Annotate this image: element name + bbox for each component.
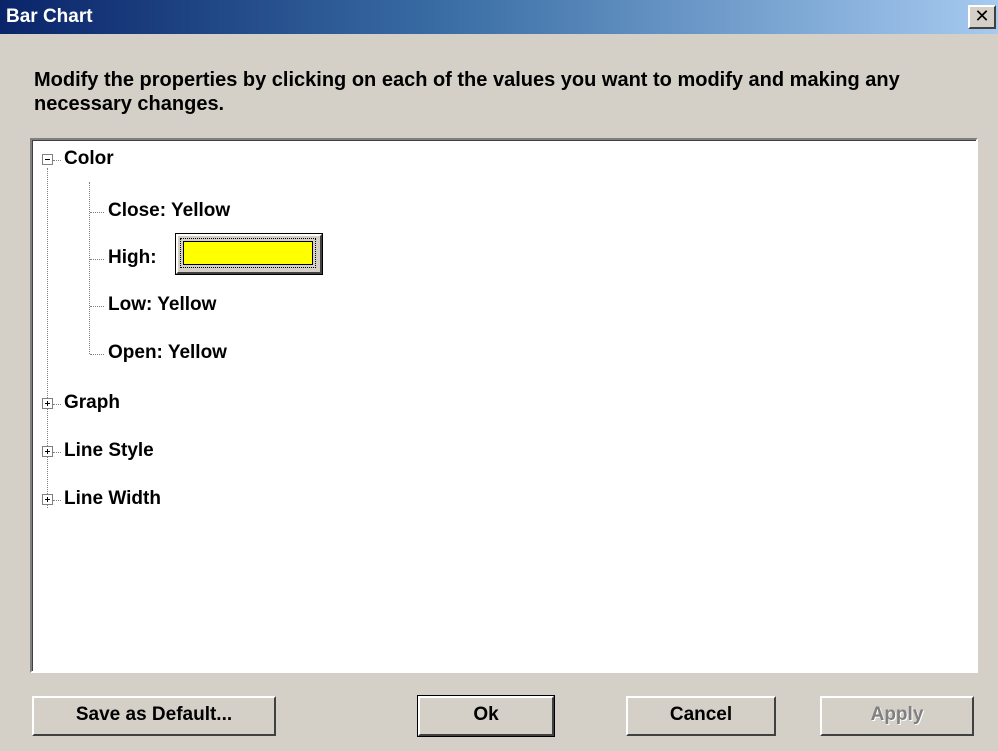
window-title: Bar Chart xyxy=(6,6,93,27)
tree-connector xyxy=(90,212,104,213)
title-bar[interactable]: Bar Chart ✕ xyxy=(0,0,998,34)
tree-connector xyxy=(90,354,104,355)
tree-node-high[interactable]: High: xyxy=(108,247,157,269)
save-as-default-button[interactable]: Save as Default... xyxy=(32,696,276,736)
tree-connector xyxy=(53,404,61,405)
tree-node-line-style[interactable]: Line Style xyxy=(64,440,154,462)
close-icon: ✕ xyxy=(974,6,990,26)
tree-connector xyxy=(53,160,61,161)
tree-node-line-width[interactable]: Line Width xyxy=(64,488,161,510)
tree-connector xyxy=(53,500,61,501)
tree-node-low[interactable]: Low: Yellow xyxy=(108,294,216,316)
expand-icon[interactable] xyxy=(42,398,53,409)
tree-connector xyxy=(90,306,104,307)
tree-connector xyxy=(53,452,61,453)
ok-button[interactable]: Ok xyxy=(417,695,555,737)
high-color-picker[interactable] xyxy=(175,233,323,275)
expand-icon[interactable] xyxy=(42,494,53,505)
tree-node-close[interactable]: Close: Yellow xyxy=(108,200,230,222)
close-button[interactable]: ✕ xyxy=(968,5,996,29)
instructions-text: Modify the properties by clicking on eac… xyxy=(34,69,900,115)
apply-button[interactable]: Apply xyxy=(820,696,974,736)
tree-connector xyxy=(90,259,104,260)
collapse-icon[interactable] xyxy=(42,154,53,165)
tree-child-line xyxy=(89,182,90,354)
tree-trunk-line xyxy=(47,168,48,508)
yellow-color-swatch[interactable] xyxy=(180,238,316,268)
expand-icon[interactable] xyxy=(42,446,53,457)
bar-chart-dialog: Bar Chart ✕ Modify the properties by cli… xyxy=(0,0,998,751)
tree-node-color[interactable]: Color xyxy=(64,148,114,170)
tree-node-graph[interactable]: Graph xyxy=(64,392,120,414)
tree-node-open[interactable]: Open: Yellow xyxy=(108,342,227,364)
cancel-button[interactable]: Cancel xyxy=(626,696,776,736)
